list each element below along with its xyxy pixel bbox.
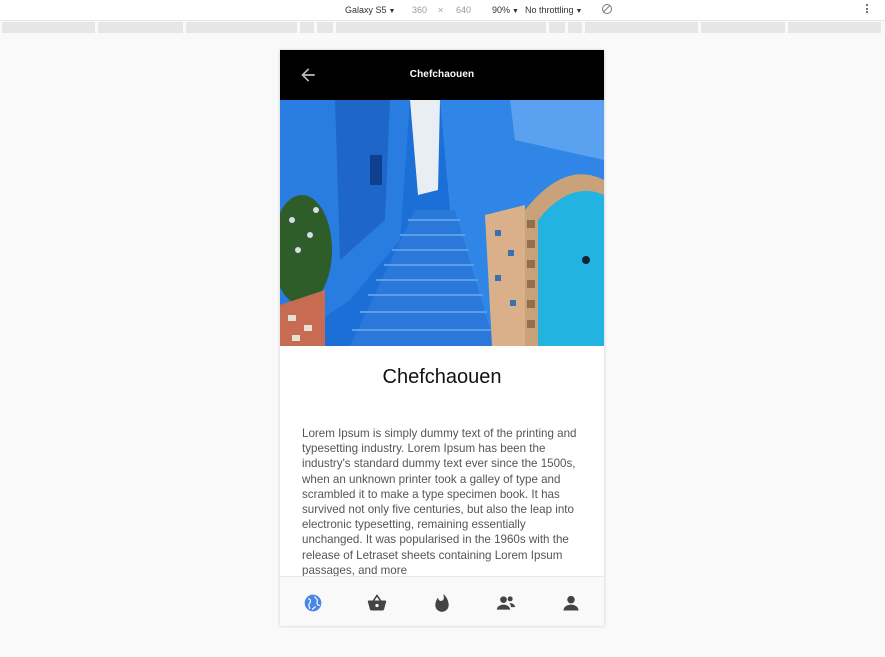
ruler-segment[interactable] <box>2 22 95 33</box>
device-select[interactable]: Galaxy S5 ▼ <box>345 5 395 15</box>
ruler-segment[interactable] <box>317 22 333 33</box>
basket-icon[interactable] <box>367 593 387 613</box>
chevron-down-icon: ▼ <box>388 8 396 15</box>
zoom-select[interactable]: 90% ▼ <box>492 5 519 15</box>
ruler-segment[interactable] <box>186 22 297 33</box>
bottom-navigation <box>280 576 604 626</box>
ruler-segment[interactable] <box>568 22 582 33</box>
people-icon[interactable] <box>496 593 516 613</box>
ruler-segment[interactable] <box>336 22 546 33</box>
rotate-icon[interactable] <box>602 4 612 14</box>
ruler-segment[interactable] <box>300 22 314 33</box>
page-heading: Chefchaouen <box>382 366 502 388</box>
zoom-value: 90% <box>492 5 511 15</box>
throttling-select[interactable]: No throttling ▼ <box>525 5 582 15</box>
more-options-icon[interactable] <box>866 4 869 15</box>
width-input[interactable]: 360 <box>412 5 427 15</box>
ruler-segment[interactable] <box>98 22 183 33</box>
ruler-segment[interactable] <box>585 22 698 33</box>
person-icon[interactable] <box>561 593 581 613</box>
description-text: Lorem Ipsum is simply dummy text of the … <box>302 427 577 576</box>
app-title: Chefchaouen <box>409 69 475 80</box>
chevron-down-icon: ▼ <box>575 8 583 15</box>
height-input[interactable]: 640 <box>456 5 471 15</box>
media-query-ruler <box>0 21 885 33</box>
devtools-toolbar: Galaxy S5 ▼ 360 × 640 90% ▼ No throttling ▼ <box>0 0 885 21</box>
globe-icon[interactable] <box>303 593 323 613</box>
hero-image <box>280 100 604 346</box>
throttling-value: No throttling <box>525 5 574 15</box>
ruler-segment[interactable] <box>549 22 565 33</box>
device-name: Galaxy S5 <box>345 5 387 15</box>
chevron-down-icon: ▼ <box>512 8 519 15</box>
ruler-segment[interactable] <box>701 22 785 33</box>
times-sign: × <box>438 5 444 15</box>
app-bar: Chefchaouen <box>280 50 604 100</box>
phone-viewport: Chefchaouen Chefchaouen Lorem Ipsum is s… <box>280 50 604 626</box>
fire-icon[interactable] <box>432 593 452 613</box>
ruler-segment[interactable] <box>788 22 881 33</box>
